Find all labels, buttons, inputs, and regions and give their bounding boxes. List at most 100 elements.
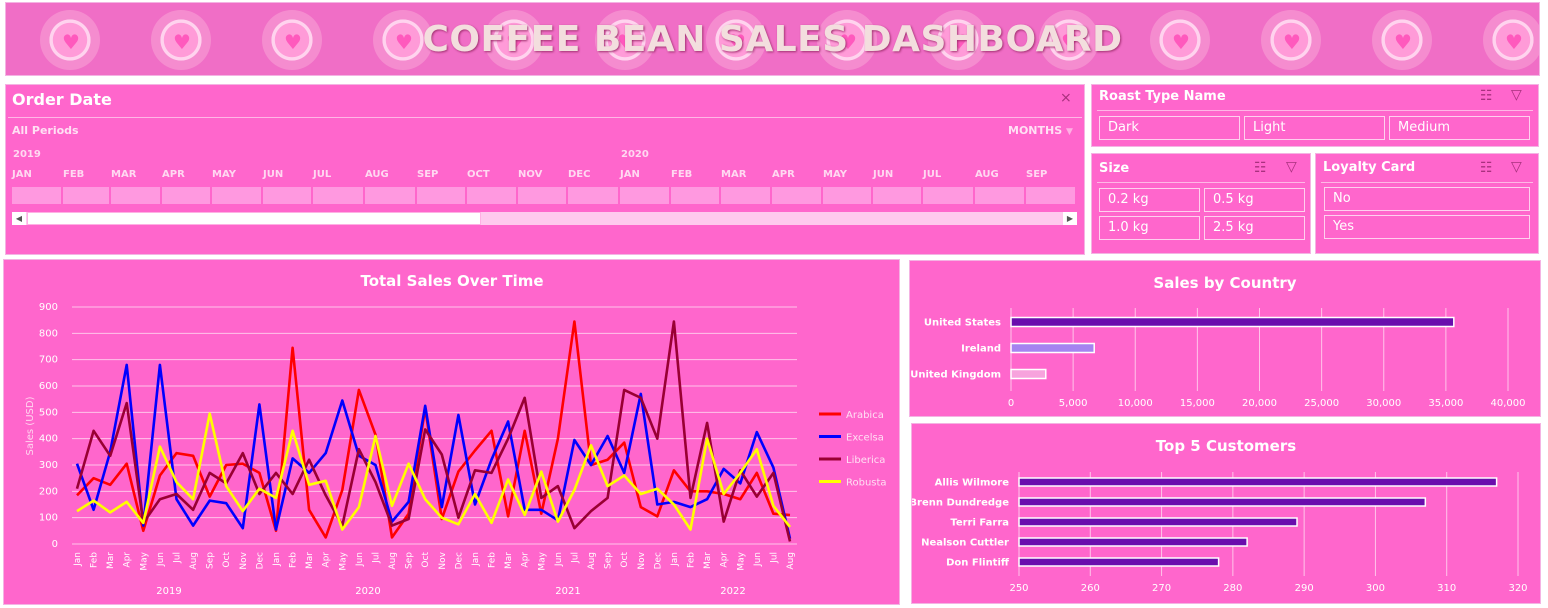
bar bbox=[1010, 368, 1047, 380]
timeline-month-bar bbox=[620, 187, 669, 204]
timeline-month-bar bbox=[721, 187, 770, 204]
x-tick-label: Apr bbox=[123, 552, 133, 568]
timeline-month-bar bbox=[365, 187, 415, 204]
dashboard-title: COFFEE BEAN SALES DASHBOARD bbox=[422, 19, 1123, 60]
timeline-level-label: MONTHS bbox=[1008, 124, 1063, 137]
x-tick-label: Sep bbox=[405, 552, 415, 569]
timeline-month-bar bbox=[162, 187, 210, 204]
x-tick-label: Jul bbox=[172, 552, 182, 564]
category-label: Nealson Cuttler bbox=[921, 538, 1009, 549]
timeline-month-label: MAR bbox=[721, 169, 747, 180]
loyalty-slicer-title: Loyalty Card bbox=[1323, 160, 1416, 175]
y-tick-label: 800 bbox=[39, 328, 58, 339]
timeline-level-dropdown[interactable]: MONTHS ▼ bbox=[1008, 124, 1073, 137]
category-label: United States bbox=[924, 318, 1001, 329]
slicer-item-0-2kg[interactable]: 0.2 kg bbox=[1099, 188, 1200, 212]
x-tick-label: 15,000 bbox=[1180, 398, 1215, 409]
slicer-item-medium[interactable]: Medium bbox=[1389, 116, 1530, 140]
x-tick-label: Apr bbox=[322, 552, 332, 568]
year-label: 2022 bbox=[720, 586, 745, 597]
timeline-month-label: AUG bbox=[975, 169, 999, 180]
clear-filter-icon[interactable]: ⨯ bbox=[1060, 90, 1072, 106]
total-sales-chart: Total Sales Over Time 0 100 200 300 400 500 600… bbox=[25, 272, 887, 597]
y-tick-label: 500 bbox=[39, 407, 58, 418]
x-tick-label: May bbox=[537, 551, 547, 570]
slicer-divider bbox=[1321, 182, 1533, 183]
slicer-item-light[interactable]: Light bbox=[1244, 116, 1385, 140]
x-tick-label: Jun bbox=[355, 552, 365, 567]
timeline-month-bar bbox=[63, 187, 109, 204]
y-tick-label: 100 bbox=[39, 513, 58, 524]
x-tick-label: Jun bbox=[156, 552, 166, 567]
x-tick-label: Jan bbox=[73, 552, 83, 567]
bar bbox=[1010, 316, 1455, 328]
x-tick-label: Jan bbox=[272, 552, 282, 567]
x-tick-label: Dec bbox=[255, 552, 265, 569]
x-tick-label: Sep bbox=[206, 552, 216, 569]
clear-filter-icon[interactable]: ▽ bbox=[1511, 159, 1522, 175]
bar bbox=[1018, 557, 1220, 567]
slicer-item-1-0kg[interactable]: 1.0 kg bbox=[1099, 216, 1200, 240]
slicer-item-no[interactable]: No bbox=[1324, 187, 1530, 211]
x-tick-label: Apr bbox=[720, 552, 730, 568]
clear-filter-icon[interactable]: ▽ bbox=[1286, 159, 1297, 175]
slicer-item-0-5kg[interactable]: 0.5 kg bbox=[1204, 188, 1305, 212]
x-tick-label: 0 bbox=[1008, 398, 1014, 409]
category-label: Terri Farra bbox=[950, 518, 1009, 529]
slicer-item-dark[interactable]: Dark bbox=[1099, 116, 1240, 140]
x-tick-label: 5,000 bbox=[1059, 398, 1088, 409]
slicer-item-2-5kg[interactable]: 2.5 kg bbox=[1204, 216, 1305, 240]
x-tick-label: 300 bbox=[1366, 583, 1385, 594]
y-tick-label: 300 bbox=[39, 460, 58, 471]
scroll-left-icon[interactable]: ◀ bbox=[12, 212, 26, 225]
x-tick-label: Nov bbox=[438, 551, 448, 569]
multi-select-icon[interactable]: ☷ bbox=[1480, 88, 1493, 104]
x-tick-label: Feb bbox=[488, 552, 498, 568]
x-tick-label: Aug bbox=[388, 552, 398, 570]
timeline-month-label: APR bbox=[772, 169, 795, 180]
timeline-month-bar bbox=[772, 187, 821, 204]
multi-select-icon[interactable]: ☷ bbox=[1480, 160, 1493, 176]
bar bbox=[1018, 477, 1498, 487]
x-tick-label: Oct bbox=[421, 552, 431, 568]
sales-by-country-chart: Sales by Country 0 5,000 10,000 15,000 20,000… bbox=[910, 274, 1526, 409]
x-tick-label: 40,000 bbox=[1491, 398, 1526, 409]
scroll-right-icon[interactable]: ▶ bbox=[1063, 212, 1077, 225]
x-tick-label: 290 bbox=[1295, 583, 1314, 594]
x-tick-label: Feb bbox=[90, 552, 100, 568]
x-tick-label: Mar bbox=[703, 552, 713, 569]
timeline-month-bar bbox=[12, 187, 61, 204]
category-label: Don Flintiff bbox=[946, 558, 1010, 569]
category-label: Ireland bbox=[961, 344, 1001, 355]
x-tick-label: Jul bbox=[570, 552, 580, 564]
x-tick-label: May bbox=[338, 551, 348, 570]
y-tick-label: 0 bbox=[52, 539, 58, 550]
timeline-year-label: 2020 bbox=[621, 149, 649, 160]
x-tick-label: Mar bbox=[106, 552, 116, 569]
timeline-month-bar bbox=[518, 187, 566, 204]
legend-label: Robusta bbox=[846, 478, 887, 489]
x-tick-label: Jul bbox=[371, 552, 381, 564]
x-tick-label: Jun bbox=[753, 552, 763, 567]
multi-select-icon[interactable]: ☷ bbox=[1254, 160, 1267, 176]
clear-filter-icon[interactable]: ▽ bbox=[1511, 87, 1522, 103]
x-tick-label: 20,000 bbox=[1242, 398, 1277, 409]
x-tick-label: 10,000 bbox=[1118, 398, 1153, 409]
timeline-month-bar bbox=[1026, 187, 1075, 204]
x-tick-label: 25,000 bbox=[1304, 398, 1339, 409]
x-tick-label: 310 bbox=[1437, 583, 1456, 594]
timeline-year-label: 2019 bbox=[13, 149, 41, 160]
x-tick-label: 320 bbox=[1508, 583, 1527, 594]
slicer-divider bbox=[1097, 182, 1305, 183]
y-axis-label: Sales (USD) bbox=[25, 396, 36, 455]
timeline-month-label: FEB bbox=[63, 169, 85, 180]
timeline-month-label: APR bbox=[162, 169, 185, 180]
timeline-month-bar bbox=[212, 187, 261, 204]
timeline-scroll-thumb[interactable] bbox=[27, 212, 481, 225]
timeline-period-label: All Periods bbox=[12, 124, 79, 137]
timeline-title: Order Date bbox=[12, 90, 112, 109]
x-tick-label: Aug bbox=[587, 552, 597, 570]
bar bbox=[1018, 517, 1298, 527]
x-tick-label: Nov bbox=[239, 551, 249, 569]
slicer-item-yes[interactable]: Yes bbox=[1324, 215, 1530, 239]
